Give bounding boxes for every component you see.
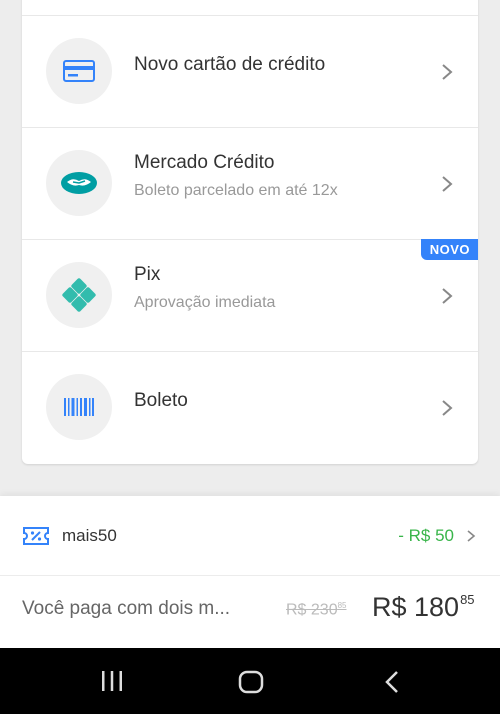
icon-circle xyxy=(46,262,112,328)
icon-circle xyxy=(46,150,112,216)
chevron-right-icon xyxy=(442,288,453,304)
new-badge: NOVO xyxy=(420,239,478,260)
payment-summary: mais50 - R$ 50 Você paga com dois m... R… xyxy=(0,496,500,648)
home-icon[interactable] xyxy=(238,670,264,694)
icon-circle xyxy=(46,38,112,104)
pix-icon xyxy=(62,278,96,312)
new-price-cents: 85 xyxy=(460,592,475,607)
coupon-discount: - R$ 50 xyxy=(398,526,454,545)
payment-option-title: Boleto xyxy=(134,390,188,411)
chevron-right-icon xyxy=(467,530,476,542)
chevron-right-icon xyxy=(442,64,453,80)
credit-card-icon xyxy=(63,60,95,82)
pay-description: Você paga com dois m... xyxy=(22,598,231,619)
handshake-icon xyxy=(61,172,97,194)
payment-option-mercado-credito[interactable]: Mercado Crédito Boleto parcelado em até … xyxy=(22,127,478,239)
coupon-row[interactable]: mais50 - R$ 50 xyxy=(0,496,500,576)
payment-methods-card: Novo cartão de crédito Mercado Crédito B… xyxy=(22,0,478,464)
barcode-icon xyxy=(64,398,94,416)
payment-option-new-credit-card[interactable]: Novo cartão de crédito xyxy=(22,15,478,127)
new-price: R$ 18085 xyxy=(372,592,475,623)
recent-apps-icon[interactable] xyxy=(100,670,124,692)
payment-option-boleto[interactable]: Boleto xyxy=(22,351,478,463)
old-price-main: R$ 230 xyxy=(286,601,338,619)
pay-row: Você paga com dois m... R$ 23085 R$ 1808… xyxy=(0,576,500,648)
payment-option-title: Pix xyxy=(134,264,161,285)
chevron-right-icon xyxy=(442,176,453,192)
back-icon[interactable] xyxy=(384,670,400,694)
icon-circle xyxy=(46,374,112,440)
old-price-cents: 85 xyxy=(337,601,347,610)
system-navigation-bar xyxy=(0,648,500,714)
payment-option-subtitle: Boleto parcelado em até 12x xyxy=(134,182,338,199)
old-price: R$ 23085 xyxy=(286,601,347,619)
new-price-main: R$ 180 xyxy=(372,592,460,622)
payment-option-subtitle: Aprovação imediata xyxy=(134,294,276,311)
coupon-code: mais50 xyxy=(62,526,117,545)
payment-option-title: Mercado Crédito xyxy=(134,152,275,173)
payment-option-pix[interactable]: NOVO Pix Aprovação imediata xyxy=(22,239,478,351)
coupon-ticket-icon xyxy=(23,527,49,545)
payment-option-title: Novo cartão de crédito xyxy=(134,54,326,75)
chevron-right-icon xyxy=(442,400,453,416)
